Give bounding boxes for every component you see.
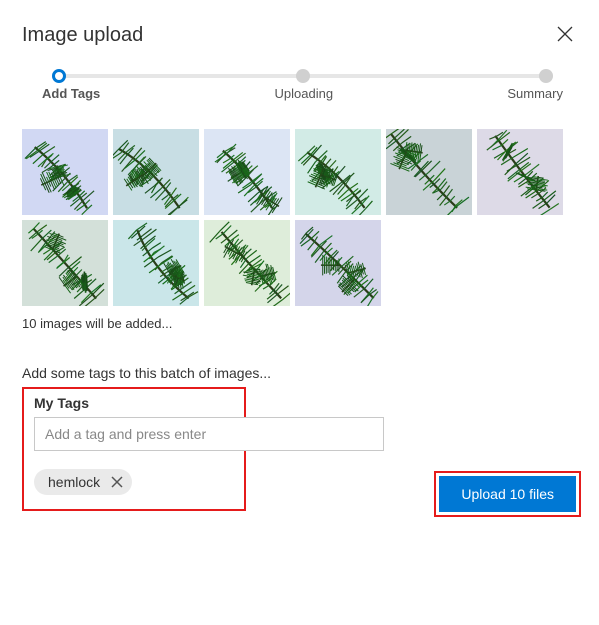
dialog-footer: Upload 10 files bbox=[434, 471, 581, 517]
thumbnail[interactable] bbox=[204, 129, 290, 215]
thumbnail[interactable] bbox=[386, 129, 472, 215]
progress-dot-uploading bbox=[296, 69, 310, 83]
progress-label: Add Tags bbox=[42, 86, 100, 101]
thumbnail[interactable] bbox=[22, 129, 108, 215]
dialog-header: Image upload bbox=[22, 20, 577, 50]
progress-dot-add-tags bbox=[52, 69, 66, 83]
tag-input[interactable] bbox=[34, 417, 384, 451]
progress-labels: Add Tags Uploading Summary bbox=[42, 86, 563, 101]
my-tags-label: My Tags bbox=[34, 395, 234, 411]
remove-tag-icon[interactable] bbox=[108, 473, 126, 491]
thumbnail[interactable] bbox=[113, 129, 199, 215]
thumbnail[interactable] bbox=[295, 220, 381, 306]
tag-chip[interactable]: hemlock bbox=[34, 469, 132, 495]
prompt-text: Add some tags to this batch of images... bbox=[22, 365, 577, 381]
image-upload-dialog: Image upload Add Tags Uploading Summary … bbox=[0, 0, 599, 531]
tag-input-wrap bbox=[34, 417, 234, 451]
progress-label: Uploading bbox=[275, 86, 334, 101]
my-tags-section: My Tags hemlock bbox=[22, 387, 246, 511]
progress-dots bbox=[52, 69, 553, 83]
thumbnail-grid bbox=[22, 129, 577, 306]
thumbnail[interactable] bbox=[22, 220, 108, 306]
upload-button[interactable]: Upload 10 files bbox=[439, 476, 576, 512]
progress-label: Summary bbox=[507, 86, 563, 101]
thumbnail[interactable] bbox=[113, 220, 199, 306]
close-icon[interactable] bbox=[553, 20, 577, 50]
progress-dot-summary bbox=[539, 69, 553, 83]
dialog-title: Image upload bbox=[22, 24, 143, 47]
thumbnail[interactable] bbox=[477, 129, 563, 215]
progress-bar bbox=[52, 74, 553, 78]
thumbnail[interactable] bbox=[295, 129, 381, 215]
tag-chip-label: hemlock bbox=[48, 474, 100, 490]
thumbnail[interactable] bbox=[204, 220, 290, 306]
status-text: 10 images will be added... bbox=[22, 316, 577, 331]
